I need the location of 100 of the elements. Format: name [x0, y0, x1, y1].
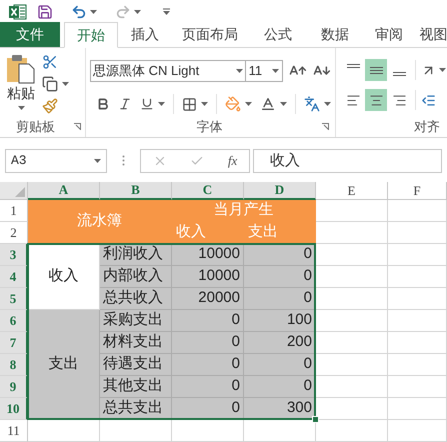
formula-input[interactable]: 收入 — [253, 148, 442, 173]
align-left-icon — [346, 92, 360, 108]
row-header[interactable]: 9 — [0, 376, 28, 398]
fill-color-icon[interactable] — [225, 96, 241, 112]
table-cell[interactable]: 0 — [172, 398, 244, 420]
ribbon-tab[interactable]: 视图 — [416, 22, 447, 48]
column-header[interactable]: D — [244, 182, 316, 200]
bold-icon[interactable] — [96, 97, 110, 112]
caret-icon[interactable] — [324, 102, 331, 106]
font-color-icon[interactable] — [260, 96, 276, 112]
table-cell[interactable]: 采购支出 — [100, 310, 172, 332]
bottom-align-icon — [392, 72, 406, 76]
customize-toolbar-icon[interactable] — [163, 8, 170, 16]
insert-function-button[interactable]: fx — [228, 151, 238, 171]
column-header[interactable]: E — [316, 182, 388, 200]
table-cell[interactable]: 10000 — [172, 244, 244, 266]
caret-icon[interactable] — [62, 82, 69, 86]
table-cell[interactable]: 200 — [244, 332, 316, 354]
ribbon-tab[interactable]: 数据 — [308, 22, 362, 48]
top-align-icon — [346, 64, 360, 68]
undo-icon[interactable] — [71, 4, 87, 20]
dialog-launcher-icon[interactable] — [322, 123, 329, 130]
font-name-dropdown[interactable]: 思源黑体 CN Light — [90, 60, 246, 82]
underline-icon[interactable] — [140, 97, 154, 112]
table-cell[interactable]: 0 — [244, 288, 316, 310]
borders-icon[interactable] — [182, 96, 197, 112]
save-icon[interactable] — [37, 4, 53, 20]
spreadsheet-logo-icon[interactable] — [9, 4, 27, 20]
format-painter-icon[interactable] — [42, 98, 58, 114]
ribbon-tab[interactable]: 审阅 — [362, 22, 416, 48]
middle-align-button[interactable] — [365, 59, 387, 82]
align-center-button[interactable] — [365, 89, 387, 112]
file-tab[interactable]: 文件 — [0, 22, 60, 48]
drag-handle-icon[interactable] — [122, 155, 125, 166]
table-cell[interactable]: 0 — [244, 376, 316, 398]
table-cell[interactable]: 总共支出 — [100, 398, 172, 420]
table-cell[interactable]: 收入 — [28, 244, 100, 310]
table-cell[interactable]: 利润收入 — [100, 244, 172, 266]
row-header[interactable]: 2 — [0, 222, 28, 244]
middle-align-icon — [370, 66, 382, 74]
ribbon-tab[interactable]: 页面布局 — [172, 22, 248, 48]
cut-icon[interactable] — [42, 54, 58, 70]
caret-icon[interactable] — [201, 102, 208, 106]
caret-icon[interactable] — [272, 69, 280, 74]
row-header[interactable]: 7 — [0, 332, 28, 354]
table-cell[interactable]: 100 — [244, 310, 316, 332]
column-header[interactable]: B — [100, 182, 172, 200]
align-right-icon — [392, 92, 406, 108]
table-cell[interactable]: 0 — [172, 310, 244, 332]
paste-button[interactable]: 粘贴 — [7, 84, 35, 102]
clipboard-icon[interactable] — [6, 54, 36, 84]
align-center-icon — [368, 92, 384, 108]
column-header[interactable]: A — [28, 182, 100, 200]
caret-icon[interactable] — [245, 102, 252, 106]
caret-icon[interactable] — [134, 10, 141, 14]
table-cell[interactable]: 其他支出 — [100, 376, 172, 398]
caret-icon[interactable] — [236, 69, 243, 74]
table-cell[interactable]: 0 — [244, 354, 316, 376]
column-header[interactable]: F — [388, 182, 447, 200]
caret-icon[interactable] — [94, 158, 101, 163]
table-cell[interactable]: 20000 — [172, 288, 244, 310]
row-header[interactable]: 4 — [0, 266, 28, 288]
row-header[interactable]: 1 — [0, 200, 28, 222]
ribbon-tab[interactable]: 开始 — [64, 22, 118, 48]
copy-icon[interactable] — [42, 76, 58, 92]
table-cell[interactable]: 总共收入 — [100, 288, 172, 310]
table-cell[interactable]: 材料支出 — [100, 332, 172, 354]
table-cell[interactable]: 内部收入 — [100, 266, 172, 288]
group-label: 对齐 — [414, 118, 440, 136]
phonetic-guide-icon[interactable] — [304, 96, 320, 112]
row-header[interactable]: 8 — [0, 354, 28, 376]
dialog-launcher-icon[interactable] — [74, 123, 81, 130]
italic-icon[interactable] — [118, 97, 132, 112]
row-header[interactable]: 10 — [0, 398, 28, 420]
table-cell[interactable]: 0 — [172, 354, 244, 376]
caret-icon[interactable] — [158, 102, 165, 106]
table-cell[interactable]: 10000 — [172, 266, 244, 288]
group-label: 剪贴板 — [16, 118, 55, 136]
table-cell[interactable]: 0 — [244, 266, 316, 288]
row-header[interactable]: 6 — [0, 310, 28, 332]
font-size-dropdown[interactable]: 11 — [244, 60, 284, 82]
name-box[interactable]: A3 — [5, 148, 107, 173]
table-cell[interactable]: 0 — [172, 332, 244, 354]
table-cell[interactable]: 0 — [244, 244, 316, 266]
decrease-indent-icon[interactable] — [421, 92, 436, 108]
row-header[interactable]: 3 — [0, 244, 28, 266]
group-label: 字体 — [196, 118, 222, 136]
caret-icon[interactable] — [280, 102, 287, 106]
caret-icon[interactable] — [18, 106, 24, 110]
table-cell[interactable]: 支出 — [28, 310, 100, 420]
column-header[interactable]: C — [172, 182, 244, 200]
ribbon-tab[interactable]: 插入 — [118, 22, 172, 48]
table-cell[interactable]: 待遇支出 — [100, 354, 172, 376]
table-cell[interactable]: 0 — [172, 376, 244, 398]
corner-triangle-icon — [15, 187, 25, 197]
ribbon-tab[interactable]: 公式 — [248, 22, 308, 48]
caret-icon[interactable] — [90, 10, 97, 14]
row-header[interactable]: 11 — [0, 420, 28, 442]
caret-icon[interactable] — [439, 68, 446, 72]
row-header[interactable]: 5 — [0, 288, 28, 310]
